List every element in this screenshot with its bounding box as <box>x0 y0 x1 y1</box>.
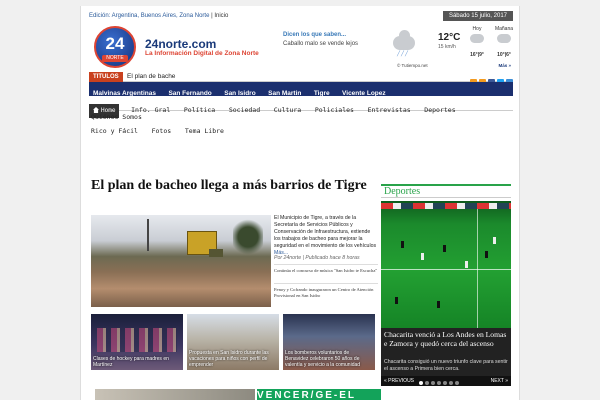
titles-tag: TITULOS <box>89 72 123 82</box>
cloud-icon <box>470 34 484 43</box>
player-shape <box>493 237 496 244</box>
logo-number: 24 <box>105 34 125 53</box>
player-shape <box>395 297 398 304</box>
slide-dot[interactable] <box>425 381 429 385</box>
related-link[interactable]: Fenoy y Cofrando inauguraron un Centro d… <box>274 283 378 299</box>
forecast-today-label: Hoy <box>472 26 482 32</box>
player-shape <box>437 301 440 308</box>
pitch-line <box>381 269 511 270</box>
pole-shape <box>147 219 149 251</box>
slide-dot[interactable] <box>419 381 423 385</box>
nav-item-rico-y-facil[interactable]: Rico y Fácil <box>89 124 140 138</box>
deportes-title[interactable]: Deportes <box>381 184 511 198</box>
summary-text: El Municipio de Tigre, a través de la Se… <box>274 215 377 249</box>
main-story-summary: El Municipio de Tigre, a través de la Se… <box>274 215 378 257</box>
deportes-summary: Chacarita consiguió un nuevo triunfo cla… <box>381 358 511 376</box>
slide-dot[interactable] <box>455 381 459 385</box>
site-logo[interactable]: 24 NORTE <box>94 26 136 68</box>
quote-title: Dicen los que saben... <box>283 32 347 38</box>
site-name[interactable]: 24norte.com <box>145 37 216 51</box>
nav-item-policiales[interactable]: Policiales <box>313 103 356 117</box>
ticker-text[interactable]: El plan de bache <box>127 72 175 82</box>
forecast-tomorrow: Mañana 10°|6° <box>491 26 517 58</box>
deportes-headline[interactable]: Chacarita venció a Los Andes en Lomas e … <box>381 328 511 358</box>
primary-nav: Malvinas Argentinas San Fernando San Isi… <box>89 82 513 97</box>
thumb-caption: Clases de hockey para madres en Martínez <box>93 356 169 368</box>
cloud-icon <box>497 34 511 43</box>
titles-ticker: TITULOS El plan de bache <box>89 72 513 86</box>
nav-item-fotos[interactable]: Fotos <box>150 124 174 138</box>
banner-image[interactable] <box>95 389 255 400</box>
forecast-tomorrow-temp: 10°|6° <box>497 52 511 58</box>
thumb-caption: Propuesta en San Isidro durante las vaca… <box>189 350 269 368</box>
tree-shape <box>233 217 263 257</box>
slide-dot[interactable] <box>437 381 441 385</box>
nav-item-cultura[interactable]: Cultura <box>272 103 303 117</box>
quote-text: Caballo malo se vende lejos <box>283 41 359 47</box>
main-story-image[interactable] <box>91 215 271 307</box>
prev-button[interactable]: « PREVIOUS <box>384 376 414 386</box>
people-shape <box>97 328 177 352</box>
header: 24 NORTE 24norte.com La Información Digi… <box>89 26 513 78</box>
secondary-nav: Home Info. Gral Política Sociedad Cultur… <box>89 97 513 135</box>
bucket-shape <box>209 249 223 257</box>
slide-dot[interactable] <box>449 381 453 385</box>
slider-controls: « PREVIOUS NEXT » <box>381 376 511 386</box>
top-bar: Edición: Argentina, Buenos Aires, Zona N… <box>89 10 513 22</box>
current-temp: 12°C <box>438 32 461 43</box>
player-shape <box>401 241 404 248</box>
thumb-story[interactable]: Los bomberos voluntarios de Benavidez ce… <box>283 314 375 370</box>
slider-dots <box>419 379 461 389</box>
related-link[interactable]: Continúa el concurso de música "San Isid… <box>274 264 378 274</box>
deportes-image[interactable] <box>381 201 511 328</box>
weather-provider[interactable]: © Tutiempo.net <box>397 63 428 68</box>
wind-speed: 15 km/h <box>438 44 456 50</box>
nav-item-sociedad[interactable]: Sociedad <box>227 103 262 117</box>
pitch-center-line <box>477 209 478 328</box>
stadium-banner <box>381 203 511 209</box>
green-banner[interactable]: VENCER/GE-EL <box>257 389 381 400</box>
site-tagline: La Información Digital de Zona Norte <box>145 50 259 57</box>
page: Edición: Argentina, Buenos Aires, Zona N… <box>80 6 520 400</box>
forecast-tomorrow-label: Mañana <box>494 26 514 32</box>
nav-item-politica[interactable]: Política <box>182 103 217 117</box>
weather-more-link[interactable]: Más » <box>498 63 511 68</box>
inicio-link[interactable]: Inicio <box>214 13 228 19</box>
slide-dot[interactable] <box>431 381 435 385</box>
player-shape <box>421 253 424 260</box>
player-shape <box>485 251 488 258</box>
rain-cloud-icon <box>393 30 415 50</box>
nav-item-quienes-somos[interactable]: Quiénes Somos <box>91 113 142 121</box>
nav-item-entrevistas[interactable]: Entrevistas <box>366 103 413 117</box>
player-shape <box>443 245 446 252</box>
main-headline[interactable]: El plan de bacheo llega a más barrios de… <box>91 178 377 194</box>
slide-dot[interactable] <box>443 381 447 385</box>
thumb-story[interactable]: Propuesta en San Isidro durante las vaca… <box>187 314 279 370</box>
forecast-today: Hoy 16°|9° <box>464 26 490 58</box>
player-shape <box>465 261 468 268</box>
date-badge: Sábado 15 julio, 2017 <box>442 11 513 21</box>
thumb-story[interactable]: Clases de hockey para madres en Martínez <box>91 314 183 370</box>
weather-widget: ╱╱╱ 12°C 15 km/h © Tutiempo.net Hoy 16°|… <box>389 26 513 76</box>
thumb-caption: Los bomberos voluntarios de Benavidez ce… <box>285 350 361 368</box>
forecast-today-temp: 16°|9° <box>470 52 484 58</box>
nav-item-tema-libre[interactable]: Tema Libre <box>183 124 226 138</box>
next-button[interactable]: NEXT » <box>491 376 508 386</box>
nav-item-deportes[interactable]: Deportes <box>422 103 457 117</box>
separator: | <box>211 13 213 19</box>
edition-label: Edición: Argentina, Buenos Aires, Zona N… <box>89 13 210 19</box>
byline: Por 24norte | Publicado hace 8 horas <box>274 255 360 261</box>
rain-drops-icon: ╱╱╱ <box>397 51 410 57</box>
